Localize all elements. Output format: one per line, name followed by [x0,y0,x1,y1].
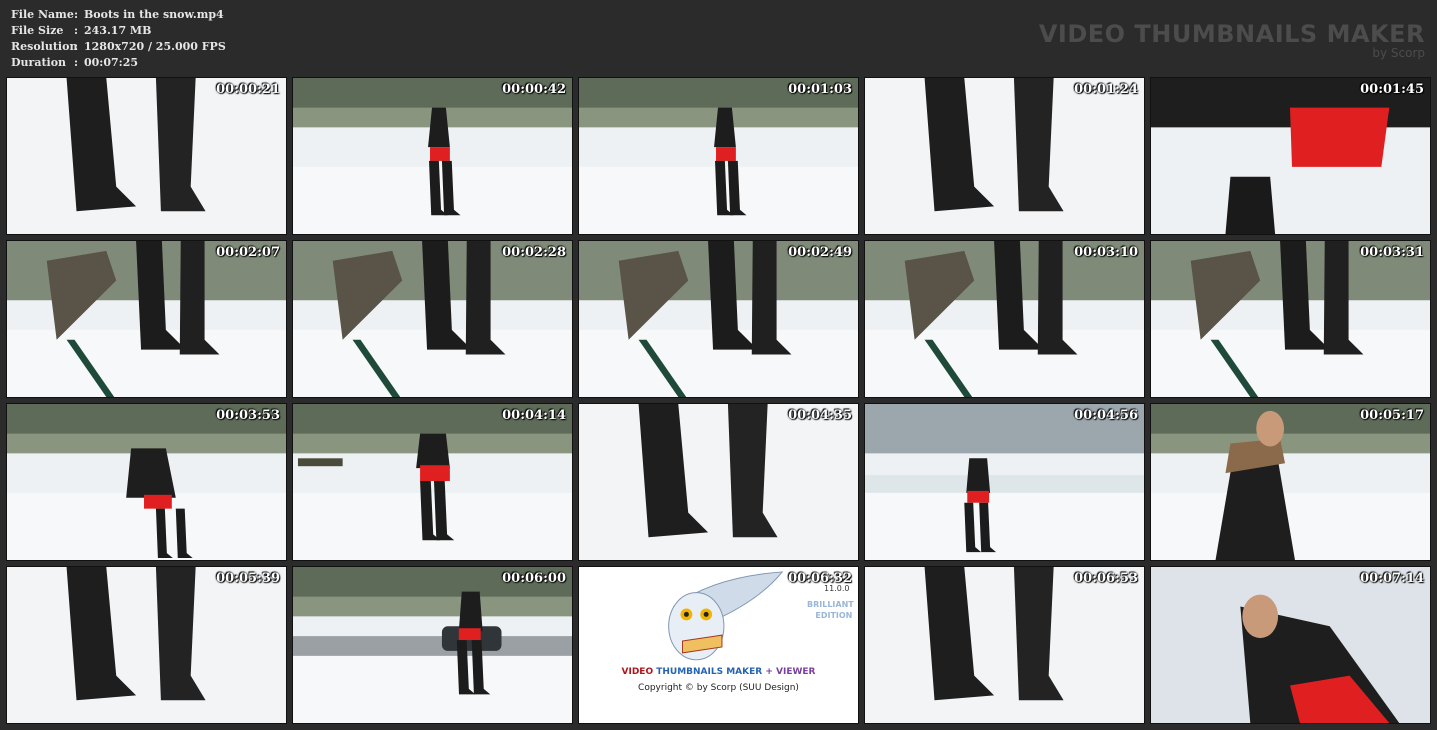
timestamp-label: 00:02:49 [788,245,852,260]
separator: : [74,40,79,53]
duration-row: Duration : 00:07:25 [11,55,226,71]
video-frame-image [7,567,286,723]
video-frame-image [293,567,572,723]
file-name-label: File Name [11,8,74,21]
thumbnail[interactable]: 00:02:28 [292,240,573,398]
video-frame-image [865,404,1144,560]
file-size-value: 243.17 MB [84,24,152,37]
logo-copyright: Copyright © by Scorp (SUU Design) [638,683,799,693]
timestamp-label: 00:03:53 [216,408,280,423]
separator: : [74,24,79,37]
video-frame-image [1151,404,1430,560]
thumbnail[interactable]: 00:06:00 [292,566,573,724]
thumbnail-grid: 00:00:21 00:00:42 00:01:03 00:01:24 00:01:45… [6,77,1432,725]
owl-logo-icon [668,571,784,661]
brand-title: VIDEO THUMBNAILS MAKER [1038,20,1425,48]
thumbnail[interactable]: 00:04:35 [578,403,859,561]
video-frame-image [293,78,572,234]
thumbnail[interactable]: 00:00:21 [6,77,287,235]
timestamp-label: 00:01:03 [788,82,852,97]
video-frame-image [1151,241,1430,397]
video-frame-image [865,78,1144,234]
file-size-label: File Size [11,24,64,37]
logo-edition: BRILLIANT EDITION [807,600,854,620]
thumbnail[interactable]: 00:07:14 [1150,566,1431,724]
timestamp-label: 00:04:14 [502,408,566,423]
timestamp-label: 00:06:32 [788,571,852,586]
timestamp-label: 00:06:53 [1074,571,1138,586]
file-info: File Name : Boots in the snow.mp4 File S… [11,7,226,71]
thumbnail[interactable]: 00:02:07 [6,240,287,398]
timestamp-label: 00:01:45 [1360,82,1424,97]
video-frame-image [7,404,286,560]
file-name-row: File Name : Boots in the snow.mp4 [11,7,226,23]
brand-watermark: VIDEO THUMBNAILS MAKER by Scorp [1039,20,1425,60]
timestamp-label: 00:00:42 [502,82,566,97]
video-frame-image [293,241,572,397]
thumbnail[interactable]: 11.0.0 BRILLIANT EDITION VIDEO THUMBNAILS … [578,566,859,724]
thumbnail[interactable]: 00:01:45 [1150,77,1431,235]
file-name-value: Boots in the snow.mp4 [84,8,224,21]
timestamp-label: 00:02:28 [502,245,566,260]
timestamp-label: 00:04:56 [1074,408,1138,423]
separator: : [74,8,79,21]
thumbnail[interactable]: 00:01:24 [864,77,1145,235]
resolution-value: 1280x720 / 25.000 FPS [84,40,226,53]
video-frame-image [865,567,1144,723]
thumbnail[interactable]: 00:02:49 [578,240,859,398]
video-frame-image [293,404,572,560]
timestamp-label: 00:00:21 [216,82,280,97]
thumbnail[interactable]: 00:03:31 [1150,240,1431,398]
thumbnail[interactable]: 00:00:42 [292,77,573,235]
thumbnail[interactable]: 00:06:53 [864,566,1145,724]
thumbnail[interactable]: 00:04:56 [864,403,1145,561]
video-frame-image [579,241,858,397]
resolution-label: Resolution [11,40,78,53]
thumbnail[interactable]: 00:05:17 [1150,403,1431,561]
video-frame-image [579,78,858,234]
timestamp-label: 00:05:39 [216,571,280,586]
timestamp-label: 00:06:00 [502,571,566,586]
video-frame-image [7,241,286,397]
timestamp-label: 00:01:24 [1074,82,1138,97]
thumbnail[interactable]: 00:03:10 [864,240,1145,398]
video-frame-image [865,241,1144,397]
brand-subtitle: by Scorp [1372,46,1425,60]
file-size-row: File Size : 243.17 MB [11,23,226,39]
separator: : [74,56,79,69]
timestamp-label: 00:03:10 [1074,245,1138,260]
video-frame-image [1151,78,1430,234]
thumbnail[interactable]: 00:03:53 [6,403,287,561]
resolution-row: Resolution : 1280x720 / 25.000 FPS [11,39,226,55]
timestamp-label: 00:03:31 [1360,245,1424,260]
logo-title: VIDEO THUMBNAILS MAKER + VIEWER [621,667,816,677]
video-frame-image [1151,567,1430,723]
timestamp-label: 00:07:14 [1360,571,1424,586]
duration-label: Duration [11,56,67,69]
thumbnail[interactable]: 00:01:03 [578,77,859,235]
thumbnail[interactable]: 00:05:39 [6,566,287,724]
timestamp-label: 00:04:35 [788,408,852,423]
timestamp-label: 00:02:07 [216,245,280,260]
duration-value: 00:07:25 [84,56,139,69]
video-frame-image [579,404,858,560]
thumbnail[interactable]: 00:04:14 [292,403,573,561]
video-frame-image [7,78,286,234]
timestamp-label: 00:05:17 [1360,408,1424,423]
